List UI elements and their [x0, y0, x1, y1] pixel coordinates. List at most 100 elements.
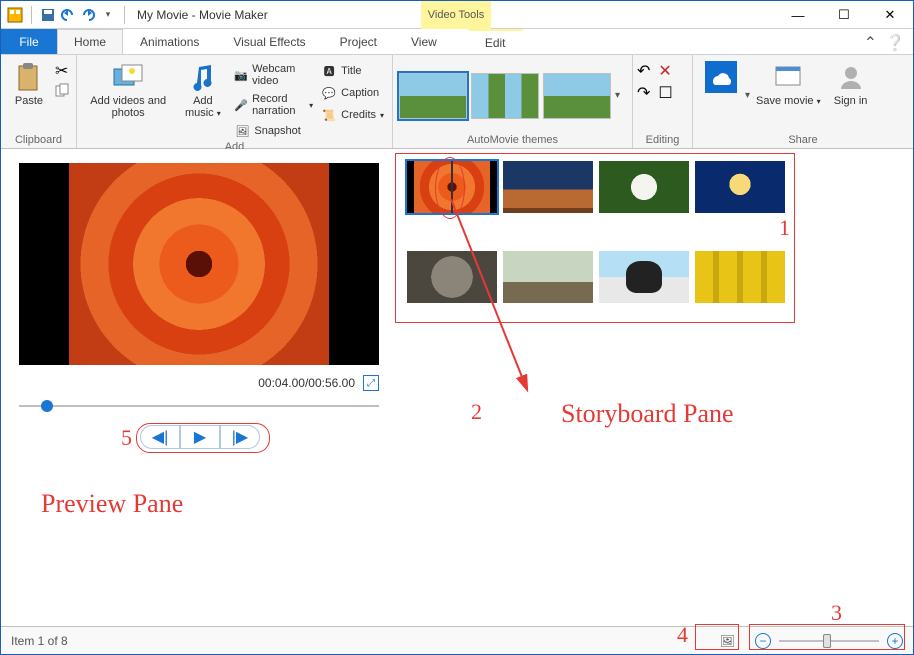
- caption-icon: 💬: [321, 85, 337, 101]
- rotate-right-icon[interactable]: ↷: [637, 83, 650, 103]
- clip-8[interactable]: [695, 251, 785, 303]
- preview-pane: 00:04.00/00:56.00 ⤢ ◀| ▶ |▶ 5 Preview Pa…: [1, 149, 391, 626]
- annotation-1: 1: [779, 215, 790, 241]
- preview-image: [69, 163, 329, 365]
- clip-4[interactable]: [695, 161, 785, 213]
- home-tab[interactable]: Home: [57, 29, 123, 54]
- prev-frame-button[interactable]: ◀|: [140, 425, 180, 449]
- snapshot-button[interactable]: 🖼Snapshot: [230, 121, 317, 141]
- add-music-button[interactable]: Add music ▾: [175, 57, 230, 120]
- undo-icon[interactable]: [60, 7, 76, 23]
- ribbon: Paste ✂ Clipboard Add videos and photos …: [1, 55, 913, 149]
- title-button[interactable]: 🅰Title: [317, 61, 388, 81]
- clip-row-2: [407, 251, 897, 303]
- onedrive-button[interactable]: [697, 57, 745, 93]
- view-toggle-icon[interactable]: 🖼: [720, 634, 735, 648]
- clipboard-group-label: Clipboard: [5, 134, 72, 148]
- add-videos-photos-button[interactable]: Add videos and photos: [81, 57, 175, 119]
- add-group: Add videos and photos Add music ▾ 📷Webca…: [77, 55, 393, 148]
- sign-in-label: Sign in: [834, 95, 868, 107]
- annotation-2: 2: [471, 399, 482, 425]
- next-frame-button[interactable]: |▶: [220, 425, 260, 449]
- title-icon: 🅰: [321, 63, 337, 79]
- microphone-icon: 🎤: [234, 97, 248, 113]
- onedrive-icon: [705, 61, 737, 93]
- themes-more-icon[interactable]: ▾: [613, 90, 622, 101]
- clip-6[interactable]: [503, 251, 593, 303]
- share-group-label: Share: [697, 134, 909, 148]
- clipboard-group: Paste ✂ Clipboard: [1, 55, 77, 148]
- sign-in-icon: [835, 61, 867, 93]
- app-window: ▾ My Movie - Movie Maker Video Tools — ☐…: [0, 0, 914, 655]
- webcam-video-button[interactable]: 📷Webcam video: [230, 61, 317, 89]
- save-icon[interactable]: [40, 7, 56, 23]
- delete-icon[interactable]: ✕: [658, 61, 671, 81]
- fullscreen-icon[interactable]: ⤢: [363, 375, 379, 391]
- play-button[interactable]: ▶: [180, 425, 220, 449]
- playback-controls: ◀| ▶ |▶: [19, 425, 381, 449]
- status-item-count: Item 1 of 8: [11, 634, 68, 648]
- redo-icon[interactable]: [80, 7, 96, 23]
- qat-dropdown-icon[interactable]: ▾: [100, 7, 116, 23]
- save-movie-icon: [772, 61, 804, 93]
- window-title: My Movie - Movie Maker: [137, 8, 268, 22]
- clip-7[interactable]: [599, 251, 689, 303]
- paste-button[interactable]: Paste: [5, 57, 53, 107]
- record-narration-button[interactable]: 🎤Record narration ▾: [230, 91, 317, 119]
- clip-5[interactable]: [407, 251, 497, 303]
- zoom-slider[interactable]: [779, 640, 879, 642]
- theme-thumb-3[interactable]: [543, 73, 611, 119]
- clip-2[interactable]: [503, 161, 593, 213]
- seek-slider[interactable]: [19, 405, 379, 407]
- preview-frame: [19, 163, 379, 365]
- zoom-out-button[interactable]: −: [755, 633, 771, 649]
- select-all-icon[interactable]: ☐: [658, 83, 672, 103]
- edit-tab[interactable]: Edit: [468, 29, 523, 54]
- sign-in-button[interactable]: Sign in: [827, 57, 875, 107]
- save-movie-button[interactable]: Save movie ▾: [750, 57, 827, 108]
- credits-icon: 📜: [321, 107, 337, 123]
- workspace: 00:04.00/00:56.00 ⤢ ◀| ▶ |▶ 5 Preview Pa…: [1, 149, 913, 626]
- minimize-button[interactable]: —: [775, 1, 821, 29]
- automovie-themes-group: ▾ AutoMovie themes: [393, 55, 633, 148]
- clip-1[interactable]: [407, 161, 497, 213]
- save-movie-label: Save movie ▾: [756, 95, 821, 108]
- video-tools-label: Video Tools: [428, 9, 484, 21]
- theme-thumb-2[interactable]: [471, 73, 539, 119]
- file-tab[interactable]: File: [1, 29, 57, 54]
- visual-effects-tab[interactable]: Visual Effects: [216, 29, 322, 54]
- webcam-icon: 📷: [234, 67, 248, 83]
- animations-tab[interactable]: Animations: [123, 29, 216, 54]
- statusbar: Item 1 of 8 🖼 − +: [1, 626, 913, 654]
- snapshot-icon: 🖼: [234, 123, 250, 139]
- maximize-button[interactable]: ☐: [821, 1, 867, 29]
- ribbon-tabbar: File Home Animations Visual Effects Proj…: [1, 29, 913, 55]
- clip-3[interactable]: [599, 161, 689, 213]
- view-tab[interactable]: View: [394, 29, 454, 54]
- editing-group-label: Editing: [637, 134, 688, 148]
- paste-label: Paste: [15, 95, 43, 107]
- copy-icon[interactable]: [55, 83, 69, 102]
- credits-button[interactable]: 📜Credits ▾: [317, 105, 388, 125]
- music-icon: [187, 61, 219, 93]
- cut-icon[interactable]: ✂: [55, 61, 69, 81]
- clip-row-1: [407, 161, 897, 213]
- storyboard-pane: 1 2 Storyboard Pane: [391, 149, 913, 626]
- paste-icon: [13, 61, 45, 93]
- themes-group-label: AutoMovie themes: [397, 134, 628, 148]
- zoom-in-button[interactable]: +: [887, 633, 903, 649]
- theme-thumb-1[interactable]: [399, 73, 467, 119]
- help-icon[interactable]: ❔: [885, 33, 905, 53]
- storyboard-pane-label: Storyboard Pane: [561, 399, 734, 429]
- rotate-left-icon[interactable]: ↶: [637, 61, 650, 81]
- caption-button[interactable]: 💬Caption: [317, 83, 388, 103]
- media-icon: [112, 61, 144, 93]
- quick-access-toolbar: ▾: [1, 6, 129, 24]
- editing-group: ↶ ✕ ↷ ☐ Editing: [633, 55, 693, 148]
- add-music-label: Add music ▾: [181, 95, 224, 120]
- window-controls: — ☐ ✕: [775, 1, 913, 29]
- close-button[interactable]: ✕: [867, 1, 913, 29]
- contextual-tab-label: Video Tools: [421, 1, 491, 29]
- ribbon-collapse-icon[interactable]: ⌃: [864, 33, 877, 53]
- project-tab[interactable]: Project: [323, 29, 394, 54]
